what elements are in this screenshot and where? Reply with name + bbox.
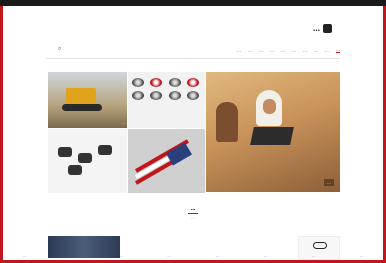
car-logo-icon [132,91,144,100]
car-logo-icon [150,78,163,87]
nav-item-5[interactable]: … [292,48,296,53]
top-strip [0,0,386,6]
bulldozer-caption: … [122,121,125,125]
flag-caption: … [200,186,203,190]
status-item: … [263,254,267,258]
part-image [78,153,92,163]
section-title: … [190,206,196,212]
car-logo-icon [186,91,199,100]
nav-item-home[interactable]: … [336,47,340,53]
car-logo-icon [132,78,144,87]
status-item: … [22,254,26,258]
car-logo-icon [168,91,181,100]
featured-article[interactable]: … [206,72,340,192]
nav-divider [46,58,340,59]
logo-icon [323,24,332,33]
car-logo-icon [186,78,199,87]
pill-icon [313,242,327,249]
site-logo[interactable]: … [313,24,332,33]
bulldozer-image [66,88,96,104]
nav-item-4[interactable]: … [303,48,307,53]
nav-item-3[interactable]: … [314,48,318,53]
bulldozer-article[interactable]: … [48,72,127,128]
logo-text: … [313,24,320,33]
laptop-image [250,127,294,145]
nav-item-8[interactable]: … [259,48,263,53]
part-image [58,147,72,157]
featured-caption: … [324,179,334,186]
part-image [98,145,112,155]
status-bar: … … … … … … … … [0,254,386,260]
main-nav: … … … … … … … … … … [46,44,340,56]
car-logo-grid [132,78,201,100]
nav-item-9[interactable]: … [248,48,252,53]
car-logo-icon [168,78,181,87]
nav-item-10[interactable]: … [237,48,241,53]
status-item: … [167,254,171,258]
woman-face [263,99,276,114]
status-item: … [312,254,316,258]
status-item: … [215,254,219,258]
car-logo-icon [150,91,163,100]
parts-caption: … [122,186,125,190]
nav-item-2[interactable]: … [325,48,329,53]
status-item: … [119,254,123,258]
status-item: … [360,254,364,258]
bulldozer-track [62,104,102,111]
part-image [68,165,82,175]
section-accent-line [188,213,198,214]
flag-article[interactable]: … [128,129,205,193]
nav-item-6[interactable]: … [281,48,285,53]
status-item: … [70,254,74,258]
section-subtitle: … [191,216,195,220]
parts-article[interactable]: … [48,129,127,193]
logos-caption: … [200,121,203,125]
worker-figure [216,102,238,142]
car-logos-article[interactable]: … [128,72,205,128]
nav-item-7[interactable]: … [270,48,274,53]
